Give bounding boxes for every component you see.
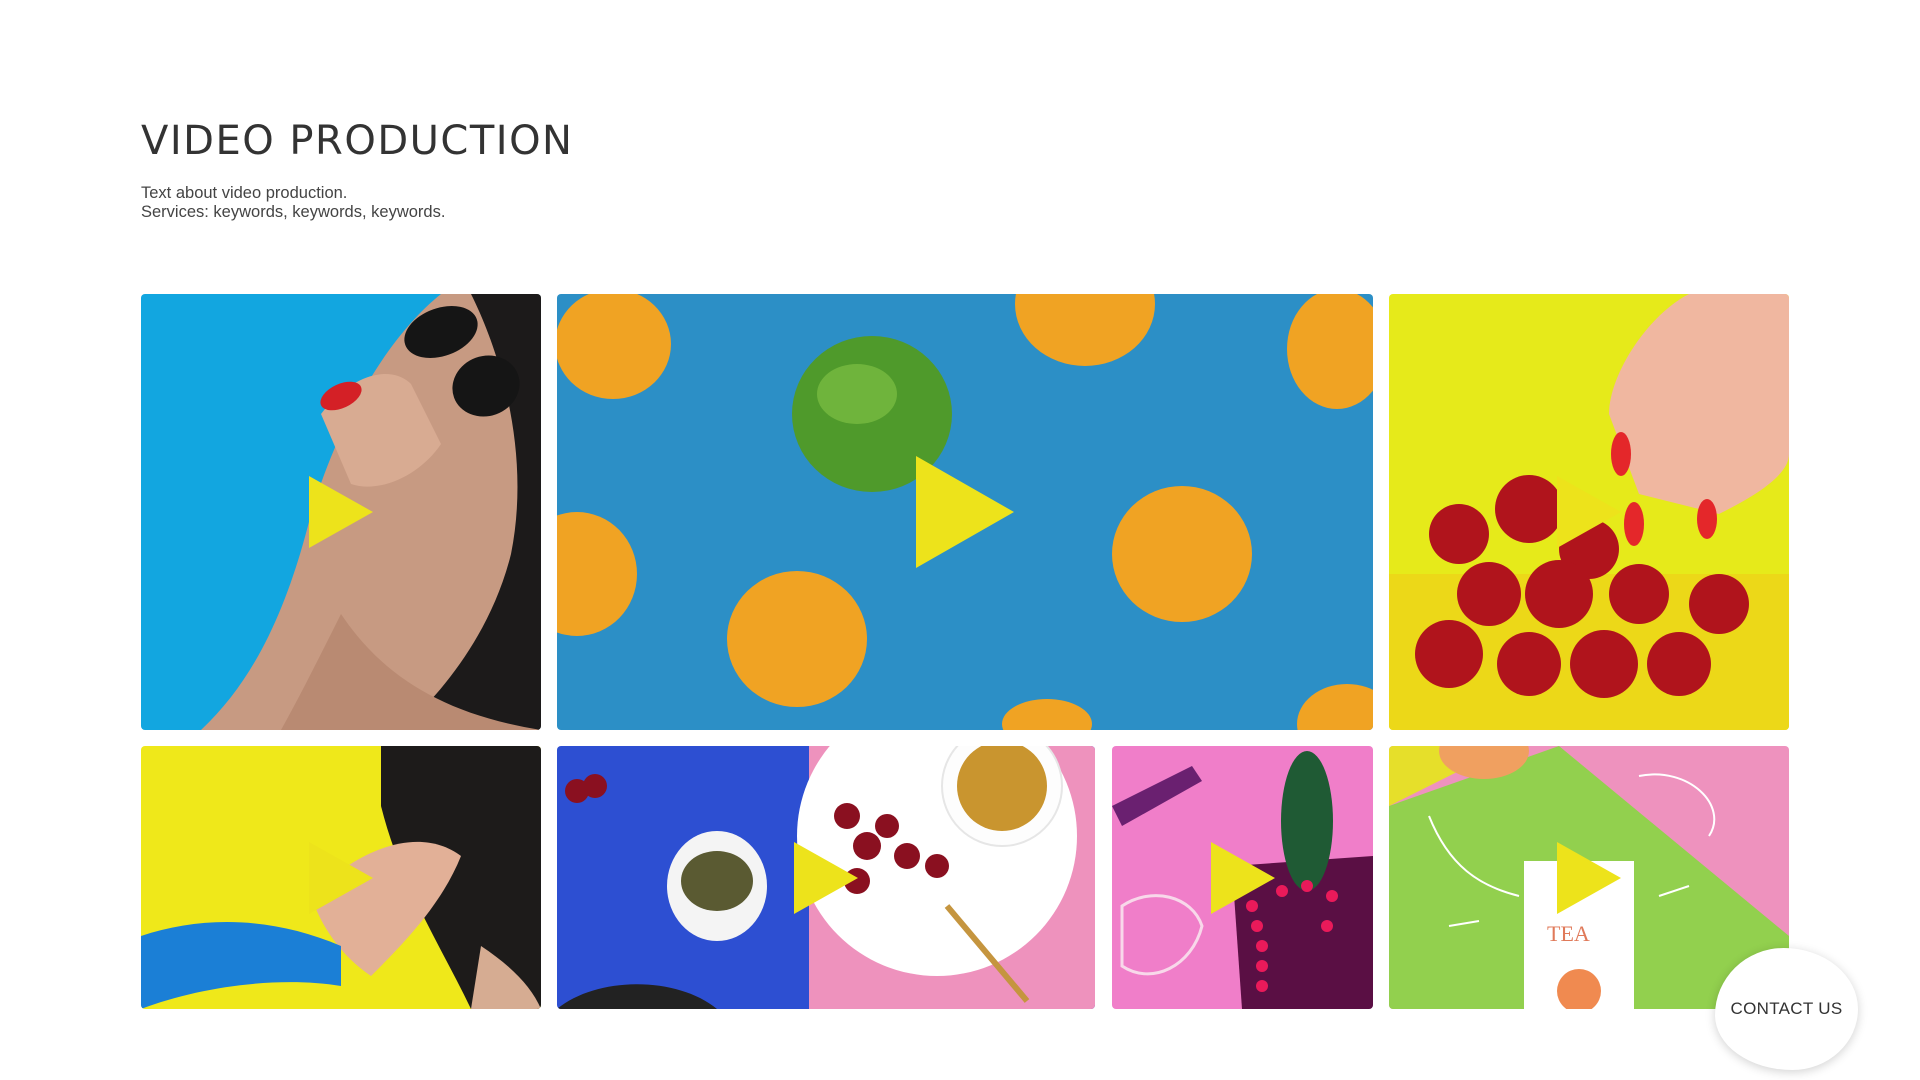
video-thumbnail-cactus[interactable] — [1112, 746, 1373, 1009]
video-thumbnail-apricots-lime[interactable] — [557, 294, 1373, 730]
video-thumbnail-hand-cherries[interactable] — [1389, 294, 1789, 730]
page-title: VIDEO PRODUCTION — [141, 118, 574, 164]
services-line: Services: keywords, keywords, keywords. — [141, 203, 446, 221]
play-icon[interactable] — [1210, 841, 1275, 914]
play-icon[interactable] — [1557, 841, 1621, 914]
contact-us-label: CONTACT US — [1730, 999, 1843, 1018]
description-line: Text about video production. — [141, 184, 348, 202]
play-icon[interactable] — [309, 841, 373, 914]
video-thumbnail-tea-cherries[interactable] — [557, 746, 1095, 1009]
play-icon[interactable] — [309, 476, 373, 548]
play-icon[interactable] — [916, 456, 1014, 568]
video-thumbnail-tea-package[interactable]: TEA — [1389, 746, 1789, 1009]
play-icon[interactable] — [1557, 476, 1621, 548]
svg-text:TEA: TEA — [1547, 921, 1590, 946]
video-thumbnail-woman-hair[interactable] — [141, 746, 541, 1009]
video-thumbnail-woman-sunglasses[interactable] — [141, 294, 541, 730]
contact-us-button[interactable]: CONTACT US — [1715, 948, 1858, 1070]
section-description: Text about video production. Services: k… — [141, 184, 445, 222]
play-icon[interactable] — [794, 841, 858, 914]
